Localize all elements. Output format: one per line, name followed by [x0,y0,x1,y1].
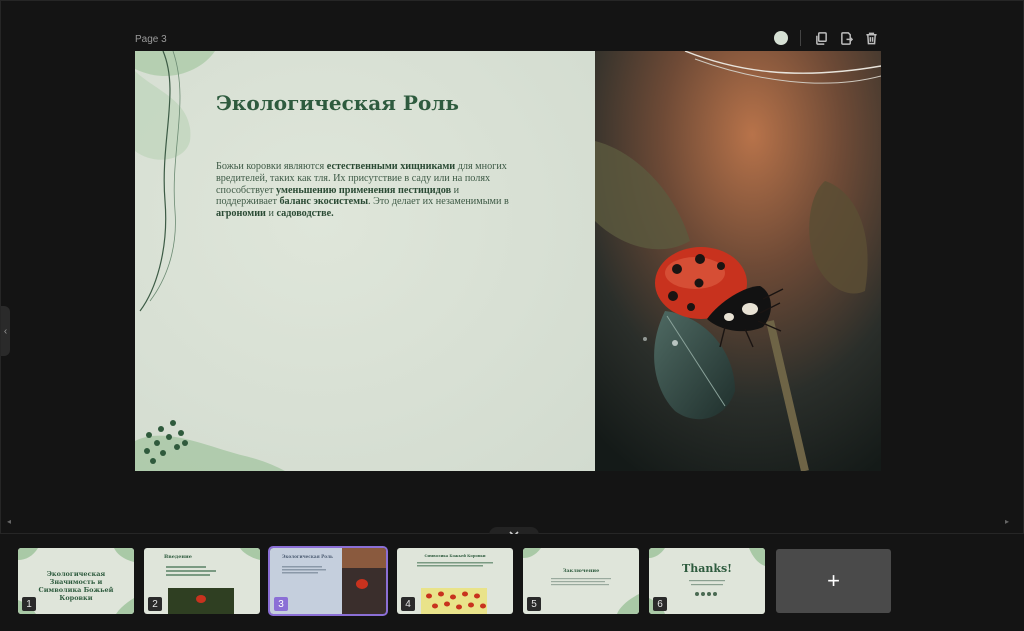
slide-title[interactable]: Экологическая Роль [216,91,459,115]
thumbnail-title: Символика Божьей Коровки [424,554,486,558]
delete-page-button[interactable] [863,30,879,46]
divider [800,30,801,46]
thumbnail-number: 1 [22,597,36,611]
editor-canvas: Page 3 Экологическая Роль Божьи коровки … [0,0,1024,541]
body-segment: . Это делает их незаменимыми в [368,196,509,208]
trash-icon [865,32,877,44]
ladybug-photo[interactable] [595,51,881,471]
body-bold-segment: уменьшению применения пестицидов [276,184,452,196]
thumbnail-number: 5 [527,597,541,611]
page-label: Page 3 [135,34,167,45]
thumbnail-3[interactable]: Экологическая Роль 3 [268,546,388,616]
ladybug-image [595,51,881,471]
scroll-right-arrow[interactable]: ▸ [1005,517,1009,526]
body-bold-segment: агрономии [216,208,266,220]
page-thumbnails-strip: Экологическая Значимость и Символика Бож… [0,534,1024,631]
background-color-button[interactable] [774,31,788,45]
export-icon [840,31,853,45]
add-page-button[interactable]: + [776,549,891,613]
thumbnail-2[interactable]: Введение 2 [144,548,260,614]
thumbnail-number: 3 [274,597,288,611]
body-bold-segment: баланс экосистемы [279,196,369,208]
copy-icon [815,31,827,45]
slide-body-text[interactable]: Божьи коровки являются естественными хищ… [216,161,516,220]
duplicate-page-button[interactable] [813,30,829,46]
thumbnail-title: Экологическая Роль [282,554,333,559]
body-segment: и [265,208,277,220]
thumbnail-title: Введение [164,554,192,560]
slide-text-panel: Экологическая Роль Божьи коровки являютс… [135,51,595,471]
body-segment: Божьи коровки являются [216,161,327,172]
scroll-left-arrow[interactable]: ◂ [7,517,11,526]
thumbnail-6[interactable]: Thanks! 6 [649,548,765,614]
page-actions [774,30,879,46]
thumbnail-number: 4 [401,597,415,611]
thumbnail-number: 2 [148,597,162,611]
thumbnail-number: 6 [653,597,667,611]
thumbnail-title: Thanks! [682,562,732,575]
body-bold-segment: садоводстве. [276,208,334,220]
thumbnail-5[interactable]: Заключение 5 [523,548,639,614]
thumbnail-4[interactable]: Символика Божьей Коровки 4 [397,548,513,614]
thumbnail-title: Заключение [562,568,600,574]
export-page-button[interactable] [838,30,854,46]
left-panel-toggle[interactable]: ‹ [1,306,10,356]
thumbnail-1[interactable]: Экологическая Значимость и Символика Бож… [18,548,134,614]
slide-canvas[interactable]: Экологическая Роль Божьи коровки являютс… [135,51,881,471]
body-bold-segment: естественными хищниками [326,161,456,172]
